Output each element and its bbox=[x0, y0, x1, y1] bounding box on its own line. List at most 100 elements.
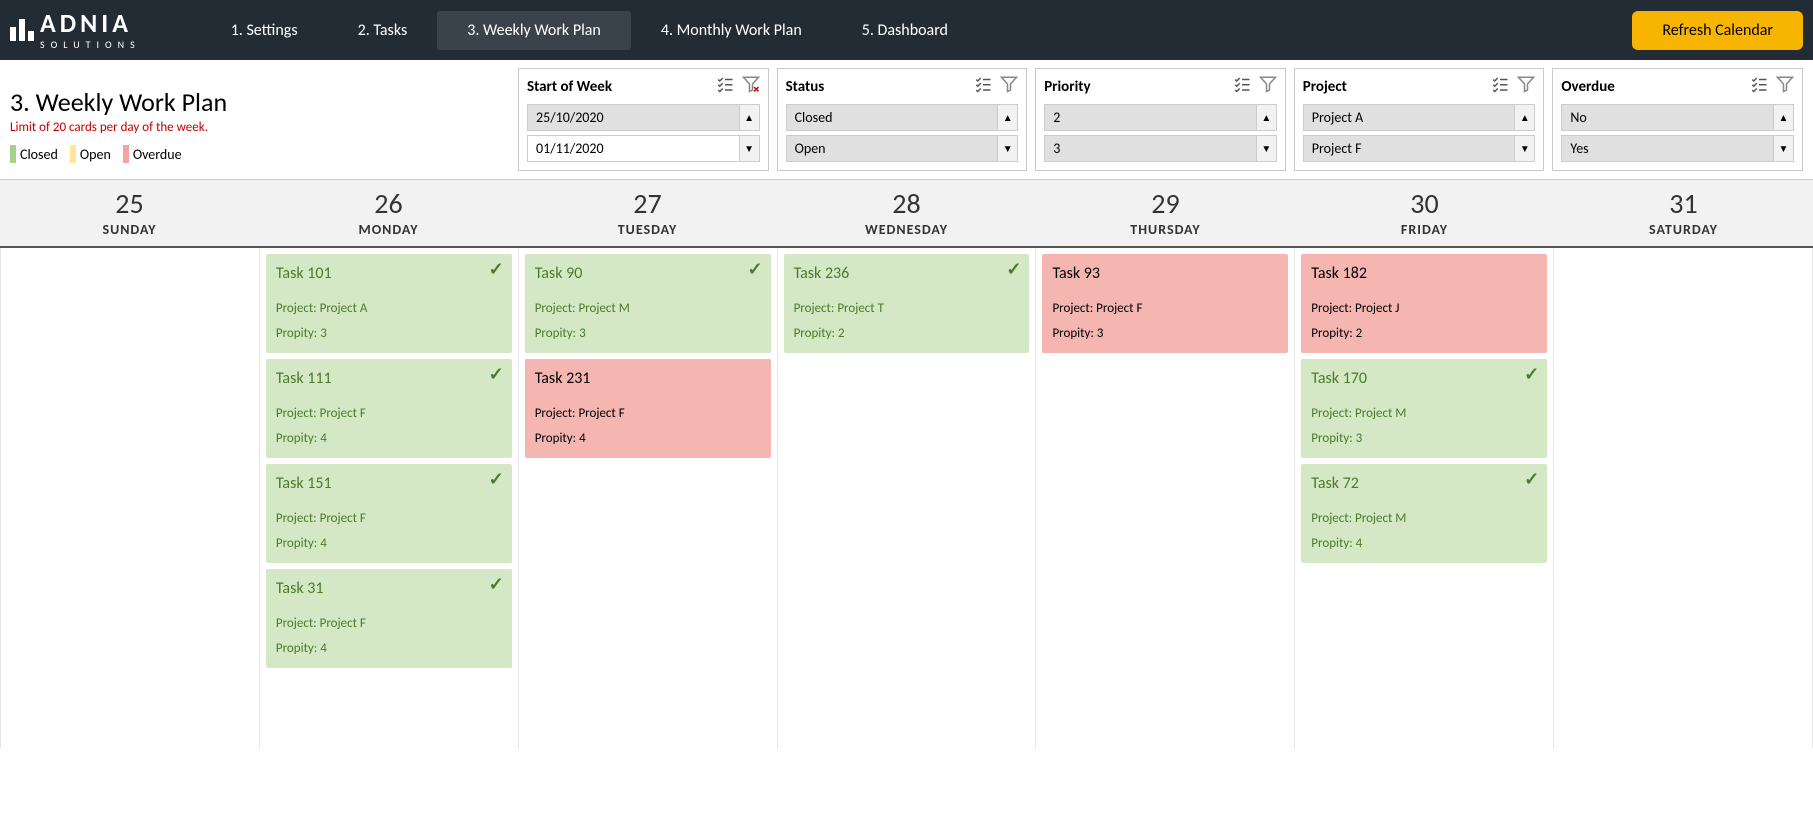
swatch-open-icon bbox=[70, 145, 76, 163]
task-title: Task 151 bbox=[276, 474, 502, 493]
day-column-sunday bbox=[0, 248, 260, 748]
legend: Closed Open Overdue bbox=[10, 145, 510, 163]
filter-label-priority: Priority bbox=[1044, 78, 1090, 96]
chevron-down-icon[interactable]: ▼ bbox=[1515, 135, 1535, 162]
task-project: Project: Project F bbox=[535, 406, 761, 421]
logo-subtitle: SOLUTIONS bbox=[40, 38, 141, 51]
legend-overdue-label: Overdue bbox=[133, 146, 182, 163]
chevron-up-icon[interactable]: ▲ bbox=[998, 104, 1018, 131]
task-card[interactable]: ✓Task 90Project: Project MPropity: 3 bbox=[525, 254, 771, 353]
chevron-up-icon[interactable]: ▲ bbox=[1515, 104, 1535, 131]
check-icon: ✓ bbox=[1524, 468, 1539, 490]
swatch-closed-icon bbox=[10, 145, 16, 163]
day-column-saturday bbox=[1554, 248, 1813, 748]
day-header-wednesday: 28WEDNESDAY bbox=[777, 180, 1036, 246]
task-card[interactable]: ✓Task 31Project: Project FPropity: 4 bbox=[266, 569, 512, 668]
filter-icon[interactable] bbox=[1000, 75, 1018, 98]
task-priority: Propity: 4 bbox=[1311, 536, 1537, 551]
task-project: Project: Project M bbox=[1311, 511, 1537, 526]
task-card[interactable]: ✓Task 170Project: Project MPropity: 3 bbox=[1301, 359, 1547, 458]
task-card[interactable]: Task 93Project: Project FPropity: 3 bbox=[1042, 254, 1288, 353]
filter-icon[interactable] bbox=[1776, 75, 1794, 98]
day-number: 26 bbox=[259, 186, 518, 221]
multiselect-icon[interactable] bbox=[1233, 75, 1251, 98]
task-priority: Propity: 4 bbox=[276, 536, 502, 551]
day-number: 27 bbox=[518, 186, 777, 221]
app-header: ADNIA SOLUTIONS 1. Settings2. Tasks3. We… bbox=[0, 0, 1813, 60]
refresh-calendar-button[interactable]: Refresh Calendar bbox=[1632, 11, 1803, 50]
task-priority: Propity: 4 bbox=[535, 431, 761, 446]
page-note: Limit of 20 cards per day of the week. bbox=[10, 120, 510, 135]
task-project: Project: Project F bbox=[1052, 301, 1278, 316]
filter-value-priority-0[interactable]: 2 bbox=[1044, 104, 1257, 131]
chevron-up-icon[interactable]: ▲ bbox=[1257, 104, 1277, 131]
task-card[interactable]: ✓Task 236Project: Project TPropity: 2 bbox=[784, 254, 1030, 353]
nav-item-1[interactable]: 2. Tasks bbox=[328, 11, 438, 50]
filter-value-overdue-0[interactable]: No bbox=[1561, 104, 1774, 131]
multiselect-icon[interactable] bbox=[974, 75, 992, 98]
swatch-overdue-icon bbox=[123, 145, 129, 163]
legend-open-label: Open bbox=[80, 146, 111, 163]
filter-label-start_of_week: Start of Week bbox=[527, 78, 612, 96]
chevron-down-icon[interactable]: ▼ bbox=[998, 135, 1018, 162]
clear-filter-icon[interactable] bbox=[742, 75, 760, 98]
multiselect-icon[interactable] bbox=[1491, 75, 1509, 98]
day-column-thursday: Task 93Project: Project FPropity: 3 bbox=[1036, 248, 1295, 748]
task-title: Task 90 bbox=[535, 264, 761, 283]
day-column-tuesday: ✓Task 90Project: Project MPropity: 3Task… bbox=[519, 248, 778, 748]
check-icon: ✓ bbox=[489, 573, 504, 595]
chevron-up-icon[interactable]: ▲ bbox=[740, 104, 760, 131]
filter-value-project-0[interactable]: Project A bbox=[1303, 104, 1516, 131]
filter-panel-start_of_week: Start of Week 25/10/2020▲01/11/2020▼ bbox=[518, 68, 769, 171]
filter-icon[interactable] bbox=[1517, 75, 1535, 98]
day-column-wednesday: ✓Task 236Project: Project TPropity: 2 bbox=[778, 248, 1037, 748]
task-title: Task 170 bbox=[1311, 369, 1537, 388]
day-number: 25 bbox=[0, 186, 259, 221]
chevron-down-icon[interactable]: ▼ bbox=[740, 135, 760, 162]
day-number: 28 bbox=[777, 186, 1036, 221]
day-name: MONDAY bbox=[259, 221, 518, 238]
task-card[interactable]: Task 182Project: Project JPropity: 2 bbox=[1301, 254, 1547, 353]
nav-item-3[interactable]: 4. Monthly Work Plan bbox=[631, 11, 832, 50]
chevron-down-icon[interactable]: ▼ bbox=[1257, 135, 1277, 162]
chevron-down-icon[interactable]: ▼ bbox=[1774, 135, 1794, 162]
task-priority: Propity: 3 bbox=[1052, 326, 1278, 341]
multiselect-icon[interactable] bbox=[1750, 75, 1768, 98]
logo-icon bbox=[10, 19, 34, 41]
filter-label-status: Status bbox=[786, 78, 825, 96]
task-card[interactable]: ✓Task 151Project: Project FPropity: 4 bbox=[266, 464, 512, 563]
day-name: SUNDAY bbox=[0, 221, 259, 238]
check-icon: ✓ bbox=[489, 363, 504, 385]
filter-icon[interactable] bbox=[1259, 75, 1277, 98]
multiselect-icon[interactable] bbox=[716, 75, 734, 98]
day-column-monday: ✓Task 101Project: Project APropity: 3✓Ta… bbox=[260, 248, 519, 748]
chevron-up-icon[interactable]: ▲ bbox=[1774, 104, 1794, 131]
task-priority: Propity: 3 bbox=[276, 326, 502, 341]
task-card[interactable]: ✓Task 101Project: Project APropity: 3 bbox=[266, 254, 512, 353]
legend-closed: Closed bbox=[10, 145, 58, 163]
task-project: Project: Project F bbox=[276, 511, 502, 526]
task-card[interactable]: Task 231Project: Project FPropity: 4 bbox=[525, 359, 771, 458]
subheader: 3. Weekly Work Plan Limit of 20 cards pe… bbox=[0, 60, 1813, 171]
nav-item-4[interactable]: 5. Dashboard bbox=[832, 11, 978, 50]
filter-value-status-0[interactable]: Closed bbox=[786, 104, 999, 131]
task-card[interactable]: ✓Task 72Project: Project MPropity: 4 bbox=[1301, 464, 1547, 563]
filter-value-project-1[interactable]: Project F bbox=[1303, 135, 1516, 162]
task-priority: Propity: 4 bbox=[276, 641, 502, 656]
filter-panel-priority: Priority 2▲3▼ bbox=[1035, 68, 1286, 171]
legend-overdue: Overdue bbox=[123, 145, 182, 163]
nav-item-0[interactable]: 1. Settings bbox=[201, 11, 328, 50]
nav-item-2[interactable]: 3. Weekly Work Plan bbox=[437, 11, 631, 50]
filter-value-priority-1[interactable]: 3 bbox=[1044, 135, 1257, 162]
filter-value-start_of_week-0[interactable]: 25/10/2020 bbox=[527, 104, 740, 131]
filter-value-status-1[interactable]: Open bbox=[786, 135, 999, 162]
task-title: Task 111 bbox=[276, 369, 502, 388]
day-number: 31 bbox=[1554, 186, 1813, 221]
filter-value-overdue-1[interactable]: Yes bbox=[1561, 135, 1774, 162]
day-name: WEDNESDAY bbox=[777, 221, 1036, 238]
page-title-block: 3. Weekly Work Plan Limit of 20 cards pe… bbox=[10, 68, 510, 163]
task-project: Project: Project F bbox=[276, 616, 502, 631]
legend-closed-label: Closed bbox=[20, 146, 58, 163]
filter-value-start_of_week-1[interactable]: 01/11/2020 bbox=[527, 135, 740, 162]
task-card[interactable]: ✓Task 111Project: Project FPropity: 4 bbox=[266, 359, 512, 458]
